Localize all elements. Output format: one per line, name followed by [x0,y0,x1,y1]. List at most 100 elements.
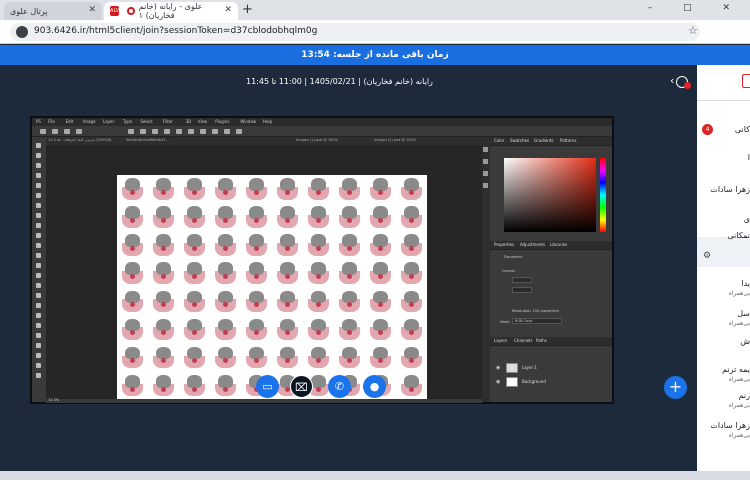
ps-doc-tab[interactable]: 9bc6b18cfea9f6b9b32... [126,138,169,142]
ps-tool-icon[interactable] [36,323,41,328]
layer-row[interactable]: ◉ Layer 1 [494,362,608,374]
ps-option-icon[interactable] [164,129,170,134]
ps-panel-icon[interactable] [483,147,488,152]
tab-adjustments[interactable]: Adjustments [520,242,545,247]
close-icon[interactable]: ✕ [88,5,96,15]
ps-tool-icon[interactable] [36,263,41,268]
participant-name[interactable]: ی [744,215,750,224]
ps-option-icon[interactable] [236,129,242,134]
ps-tool-icon[interactable] [36,363,41,368]
ps-tool-icon[interactable] [36,273,41,278]
ps-tool-icon[interactable] [36,173,41,178]
ps-option-icon[interactable] [188,129,194,134]
ps-tool-icon[interactable] [36,233,41,238]
participant-name[interactable]: زهرا سادات [710,421,750,430]
tab-paths[interactable]: Paths [536,338,547,343]
participant-name[interactable]: زهرا سادات [710,185,750,194]
ps-menu-item[interactable]: 3D [186,119,192,124]
ps-tool-icon[interactable] [36,253,41,258]
participant-name[interactable]: ش [740,337,750,346]
gear-icon[interactable]: ⚙ [703,251,711,261]
ps-tool-icon[interactable] [36,343,41,348]
url-input[interactable]: 903.6426.ir/html5client/join?sessionToke… [10,23,700,41]
ps-tool-icon[interactable] [36,193,41,198]
ps-menu-item[interactable]: PS [36,119,41,124]
ps-menu-item[interactable]: Window [240,119,256,124]
chevron-left-icon[interactable]: ‹ [670,74,674,87]
ps-tool-icon[interactable] [36,213,41,218]
ps-tool-icon[interactable] [36,163,41,168]
ps-option-icon[interactable] [52,129,58,134]
ps-option-icon[interactable] [140,129,146,134]
participant-name[interactable]: نمکانی [727,231,750,240]
close-icon[interactable]: ✕ [224,5,232,15]
ps-tool-icon[interactable] [36,313,41,318]
phone-icon[interactable]: ✆ [328,375,351,398]
width-field[interactable] [512,277,532,283]
tab-swatches[interactable]: Swatches [510,138,529,143]
participant-name[interactable]: سل [737,309,750,318]
tab-meeting[interactable]: ALV علوی - رایانه (خانم فخاریان) ۱ ✕ [104,2,238,20]
tab-properties[interactable]: Properties [494,242,514,247]
ps-tool-icon[interactable] [36,183,41,188]
ps-option-icon[interactable] [212,129,218,134]
tab-gradients[interactable]: Gradients [534,138,554,143]
plus-icon[interactable]: + [664,376,687,399]
participant-name[interactable]: یمه ترنم [722,365,750,374]
ps-doc-tab[interactable]: Images (1).psd @ 100% [296,138,338,142]
ps-tool-icon[interactable] [36,293,41,298]
color-picker-field[interactable] [504,158,596,232]
tab-color[interactable]: Color [494,138,504,143]
ps-menu-item[interactable]: Image [83,119,96,124]
ps-doc-tab[interactable]: 12.5 at ...xIoشرمی کاغذ کادو (CMYK/8) [48,138,112,142]
ps-tool-icon[interactable] [36,203,41,208]
ps-tool-icon[interactable] [36,243,41,248]
new-tab-button[interactable]: + [242,2,253,17]
ps-doc-tab[interactable]: Images (1) psd @ 100% [374,138,416,142]
ps-menu-item[interactable]: Filter [163,119,173,124]
eye-icon[interactable]: ◉ [496,365,500,371]
ps-menu-item[interactable]: Edit [66,119,74,124]
ps-tool-icon[interactable] [36,153,41,158]
microphone-icon[interactable]: ● [363,375,386,398]
ps-option-icon[interactable] [224,129,230,134]
ps-tool-icon[interactable] [36,143,41,148]
ps-tool-icon[interactable] [36,353,41,358]
ps-option-icon[interactable] [64,129,70,134]
ps-option-icon[interactable] [152,129,158,134]
ps-tool-icon[interactable] [36,223,41,228]
screen-share-icon[interactable]: ▭ [256,375,279,398]
ps-menu-item[interactable]: Plugins [215,119,229,124]
camera-off-icon[interactable]: ⌧ [290,375,313,398]
tab-libraries[interactable]: Libraries [550,242,567,247]
ps-menu-item[interactable]: File [48,119,55,124]
ps-panel-icon[interactable] [483,171,488,176]
ps-panel-icon[interactable] [483,183,488,188]
ps-tool-icon[interactable] [36,303,41,308]
hue-slider[interactable] [600,158,606,232]
window-controls[interactable]: – □ ✕ [648,3,744,13]
ps-panel-icon[interactable] [483,159,488,164]
bookmark-star-icon[interactable]: ☆ [688,24,698,37]
height-field[interactable] [512,287,532,293]
ps-option-icon[interactable] [76,129,82,134]
ps-tool-icon[interactable] [36,333,41,338]
tab-channels[interactable]: Channels [514,338,533,343]
ps-menu-item[interactable]: Layer [103,119,114,124]
ps-option-icon[interactable] [200,129,206,134]
tab-layers[interactable]: Layers [494,338,507,343]
participant-name[interactable]: یدا [741,279,750,288]
site-info-icon[interactable] [16,26,28,38]
ps-menu-item[interactable]: View [198,119,208,124]
mode-select[interactable]: RGB Color [512,318,562,324]
participant-name[interactable]: کانی [735,125,750,134]
tab-patterns[interactable]: Patterns [560,138,576,143]
ps-option-icon[interactable] [176,129,182,134]
ps-tool-icon[interactable] [36,283,41,288]
ps-menu-item[interactable]: Help [263,119,272,124]
tab-portal[interactable]: پرتال علوی ✕ [4,2,102,20]
ps-option-icon[interactable] [40,129,46,134]
participant-name[interactable]: رنم [739,391,750,400]
ps-menu-item[interactable]: Select [140,119,152,124]
ps-menu-item[interactable]: Type [123,119,132,124]
